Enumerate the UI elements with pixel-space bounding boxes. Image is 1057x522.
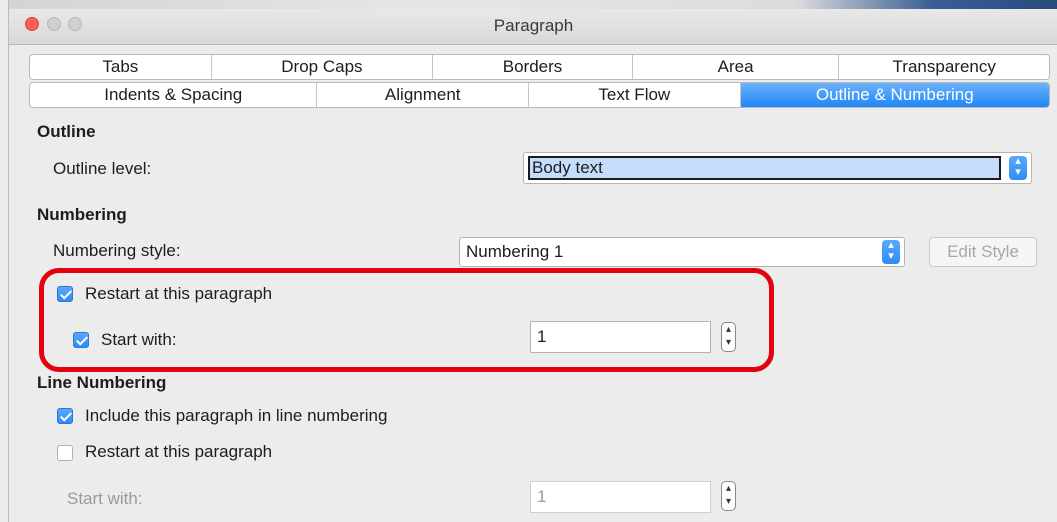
line-numbering-include-checkbox[interactable] <box>57 408 73 424</box>
tab-alignment[interactable]: Alignment <box>317 83 530 107</box>
background-window-strip <box>9 0 1057 9</box>
tab-indents-spacing[interactable]: Indents & Spacing <box>30 83 318 107</box>
line-numbering-include-label: Include this paragraph in line numbering <box>85 406 388 425</box>
outline-level-label: Outline level: <box>53 159 152 178</box>
tab-drop-caps[interactable]: Drop Caps <box>212 55 434 79</box>
line-numbering-restart-label: Restart at this paragraph <box>85 442 273 461</box>
outline-level-dropdown-icon[interactable]: ▴ ▾ <box>1009 156 1027 180</box>
title-bar: Paragraph <box>9 0 1057 45</box>
paragraph-dialog: Paragraph Tabs Drop Caps Borders Area Tr… <box>8 0 1057 522</box>
line-numbering-start-with-label: Start with: <box>67 489 143 508</box>
red-highlight-annotation <box>39 268 774 372</box>
tab-row-2: Indents & Spacing Alignment Text Flow Ou… <box>29 82 1050 108</box>
tab-text-flow[interactable]: Text Flow <box>529 83 741 107</box>
line-numbering-start-with-input[interactable]: 1 <box>530 481 711 513</box>
tab-outline-numbering[interactable]: Outline & Numbering <box>740 83 1049 107</box>
outline-section-title: Outline <box>37 122 96 141</box>
tab-row-1: Tabs Drop Caps Borders Area Transparency <box>29 54 1050 80</box>
line-numbering-start-with-stepper[interactable]: ▴ ▾ <box>721 481 736 511</box>
numbering-style-value: Numbering 1 <box>466 242 564 261</box>
window-title: Paragraph <box>493 16 574 35</box>
tab-borders[interactable]: Borders <box>433 55 633 79</box>
tab-transparency[interactable]: Transparency <box>839 55 1049 79</box>
tab-tabs[interactable]: Tabs <box>30 55 212 79</box>
outline-level-select[interactable]: Body text ▴ ▾ <box>523 152 1032 184</box>
tab-area[interactable]: Area <box>633 55 840 79</box>
line-numbering-section-title: Line Numbering <box>37 373 167 392</box>
outline-level-value: Body text <box>528 156 1001 180</box>
numbering-style-dropdown-icon[interactable]: ▴ ▾ <box>882 240 900 264</box>
edit-style-button[interactable]: Edit Style <box>929 237 1037 267</box>
line-numbering-restart-checkbox[interactable] <box>57 445 73 461</box>
numbering-style-select[interactable]: Numbering 1 ▴ ▾ <box>459 237 905 267</box>
numbering-style-label: Numbering style: <box>53 241 181 260</box>
numbering-section-title: Numbering <box>37 205 127 224</box>
